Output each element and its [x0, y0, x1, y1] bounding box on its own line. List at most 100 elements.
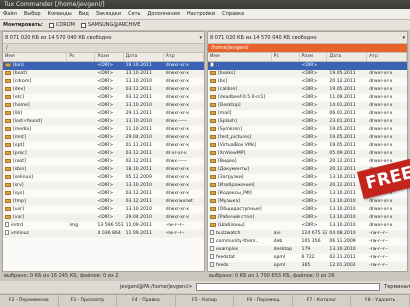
file-row[interactable]: [selinux] <DIR> 05.12.2009 drwxr-xr-x — [3, 174, 204, 182]
drive-archive-button[interactable]: SAMSUNG@ARCHIVE — [80, 22, 140, 28]
panel-path[interactable]: /home/jevgeni/ — [208, 44, 407, 53]
file-name: [root] — [3, 158, 67, 166]
file-size: <DIR> — [301, 71, 318, 76]
file-row[interactable]: [Desktop] <DIR> 14.01.2011 drwxr-xr-x — [208, 102, 407, 110]
file-row[interactable]: [mnt] <DIR> 29.04.2010 drwxr-xr-x — [3, 134, 204, 142]
col-size[interactable]: Разм — [300, 53, 328, 61]
col-size[interactable]: Разм — [95, 53, 124, 61]
file-attr: -rw-r--r-- — [165, 231, 185, 236]
col-date[interactable]: Дата — [124, 53, 164, 61]
f3-view-button[interactable]: F3 - Просмотр — [59, 295, 118, 307]
f6-move-button[interactable]: F6 - Перемещ — [234, 295, 293, 307]
file-row[interactable]: [boot] <DIR> 13.10.2011 drwxr-xr-x — [3, 70, 204, 78]
menu-network[interactable]: Сеть — [128, 11, 140, 17]
file-name: [bin] — [3, 62, 67, 70]
file-row[interactable]: [sys] <DIR> 03.12.2011 drwxr-xr-x — [3, 190, 204, 198]
f8-delete-button[interactable]: F8 - Удалить — [351, 295, 410, 307]
file-ext — [272, 214, 300, 222]
menu-plugins[interactable]: Дополнения — [148, 11, 180, 17]
chevron-down-icon[interactable]: ▾ — [402, 35, 405, 41]
file-row[interactable]: [opt] <DIR> 01.11.2011 drwxr-xr-x — [3, 142, 204, 150]
f2-rename-button[interactable]: F2 - Переименов — [0, 295, 59, 307]
col-ext[interactable]: Рс — [67, 53, 96, 61]
file-row[interactable]: [var] <DIR> 29.04.2010 drwxr-xr-x — [3, 214, 204, 222]
right-panel[interactable]: 8 071 020 КБ из 14 570 040 КБ свободно ▾… — [207, 31, 408, 272]
file-row[interactable]: [bs] <DIR> 20.12.2011 drwxr-xr-x — [208, 78, 407, 86]
file-row[interactable]: [Музыка] <DIR> 13.10.2010 drwxr-xr-x — [208, 198, 407, 206]
file-size: <DIR> — [301, 183, 318, 188]
file-attr: drwxr-xr-x — [165, 111, 189, 116]
file-row[interactable]: [etc] <DIR> 03.12.2011 drwxr-xr-x — [3, 94, 204, 102]
panel-path[interactable]: / — [3, 44, 204, 53]
file-row[interactable]: [lib] <DIR> 29.11.2011 drwxr-xr-x — [3, 110, 204, 118]
file-row[interactable]: [Шаблоны] <DIR> 13.10.2010 drwxr-xr-x — [208, 222, 407, 230]
terminal-button[interactable]: Терминал — [384, 284, 410, 290]
chevron-down-icon[interactable]: ▾ — [199, 35, 202, 41]
col-attr[interactable]: Атр — [164, 53, 204, 61]
file-row[interactable]: [Общедоступные] <DIR> 13.10.2010 drwxr-xr-x — [208, 206, 407, 214]
file-ext — [272, 150, 300, 158]
file-attr: -rw-r--r-- — [165, 223, 185, 228]
left-panel[interactable]: 8 071 020 КБ из 14 570 040 КБ свободно ▾… — [2, 31, 205, 272]
menu-commands[interactable]: Команды — [48, 11, 72, 17]
file-row[interactable]: [Symkron] <DIR> 19.05.2011 drwxr-xr-x — [208, 126, 407, 134]
file-row[interactable]: feedstat opml 6 722 02.11.2011 -rw-r--r-- — [208, 254, 407, 262]
col-name[interactable]: Имя — [3, 53, 68, 61]
file-attr: drwxr-xr-x — [369, 143, 393, 148]
file-name: [dev] — [3, 86, 67, 94]
file-row[interactable]: [books] <DIR> 19.05.2011 drwxr-xr-x — [208, 70, 407, 78]
file-name: [lost+found] — [3, 118, 67, 126]
file-row[interactable]: [Splash] <DIR> 23.01.2011 drwxr-xr-x — [208, 118, 407, 126]
menu-select[interactable]: Выбор — [24, 11, 41, 17]
file-row[interactable]: [Рабочий стол] <DIR> 13.10.2010 drwxr-xr-x — [208, 214, 407, 222]
file-row[interactable]: [usr] <DIR> 13.10.2010 drwxr-xr-x — [3, 206, 204, 214]
menu-file[interactable]: Файл — [3, 11, 17, 17]
file-row[interactable]: buzzwatchavi 124 675 33204.08.2010 -rw-r--… — [208, 230, 407, 238]
file-row[interactable]: vmlinuz 4 036 864 11.09.2011 -rw-r--r-- — [3, 230, 204, 238]
col-date[interactable]: Дата — [327, 53, 368, 61]
file-row[interactable]: examples desktop 179 13.10.2010 -rw-r--r-- — [208, 246, 407, 254]
file-row[interactable]: [VirtualBox VMs] <DIR> 19.05.2011 drwxr-xr-… — [208, 142, 407, 150]
file-row[interactable]: [calibre] <DIR> 19.05.2011 drwxr-xr-x — [208, 86, 407, 94]
file-row[interactable]: [mail] <DIR> 06.01.2011 drwxr-xr-x — [208, 110, 407, 118]
folder-icon — [210, 86, 216, 91]
file-row[interactable]: [srv] <DIR> 13.10.2010 drwxr-xr-x — [3, 182, 204, 190]
file-ext — [67, 230, 95, 238]
f4-edit-button[interactable]: F4 - Правка — [117, 295, 176, 307]
file-name: [Видео] — [208, 158, 272, 166]
file-row[interactable]: [lost+found] <DIR> 13.10.2010 drwx------ — [3, 118, 204, 126]
file-row[interactable]: .. <DIR> — [208, 62, 407, 70]
menu-bookmarks[interactable]: Закладки — [96, 11, 121, 17]
file-row[interactable]: [XnViewMP] <DIR> 05.09.2011 drwxr-xr-x — [208, 150, 407, 158]
command-input[interactable] — [195, 283, 381, 291]
f5-copy-button[interactable]: F5 - Копир — [176, 295, 235, 307]
file-row[interactable]: [bin] <DIR> 18.10.2011 drwxr-xr-x — [3, 62, 204, 70]
col-ext[interactable]: Рс — [272, 53, 300, 61]
col-name[interactable]: Имя — [208, 53, 272, 61]
file-row[interactable]: [root] <DIR> 02.12.2011 drwx------ — [3, 158, 204, 166]
file-date: 05.12.2009 — [125, 175, 152, 180]
menu-help[interactable]: Справка — [222, 11, 244, 17]
file-row[interactable]: [dev] <DIR> 03.12.2011 drwxr-xr-x — [3, 86, 204, 94]
file-row[interactable]: community-them.. deb 101 356 06.11.2009 -rw-… — [208, 238, 407, 246]
file-attr: drwxr-xr-x — [165, 71, 189, 76]
file-row[interactable]: [sbin] <DIR> 18.10.2011 drwxr-xr-x — [3, 166, 204, 174]
file-row[interactable]: [tmp] <DIR> 03.12.2011 drwxrwxrwt — [3, 198, 204, 206]
file-row[interactable]: [proc] <DIR> 03.12.2011 dr-xr-xr-x — [3, 150, 204, 158]
file-row[interactable]: [media] <DIR> 11.10.2011 drwxr-xr-x — [3, 126, 204, 134]
file-row[interactable]: [test_pictures] <DIR> 19.05.2011 drwxr-xr-x — [208, 134, 407, 142]
file-row[interactable]: initrd img 13 596 551 11.09.2011 -rw-r--r-- — [3, 222, 204, 230]
file-ext — [272, 174, 300, 182]
menu-view[interactable]: Вид — [79, 11, 89, 17]
file-row[interactable]: [home] <DIR> 13.10.2010 drwxr-xr-x — [3, 102, 204, 110]
menu-settings[interactable]: Настройки — [187, 11, 215, 17]
file-row[interactable]: [cdrom] <DIR> 13.10.2010 drwxr-xr-x — [3, 78, 204, 86]
file-row[interactable]: [deadbeef-0.5.0-rc1] <DIR> 11.09.2011 drwxr… — [208, 94, 407, 102]
drive-cdrom-button[interactable]: CDROM — [48, 22, 75, 28]
file-row[interactable]: [Видео] <DIR> 20.12.2011 drwxr-xr-x — [208, 158, 407, 166]
file-attr: drwxr-xr-x — [165, 143, 189, 148]
file-row[interactable]: feeds opml 365 12.01.2002 -rw-r--r-- — [208, 262, 407, 270]
col-attr[interactable]: Атр — [367, 53, 407, 61]
file-size: <DIR> — [301, 207, 318, 212]
f7-mkdir-button[interactable]: F7 - Каталог — [293, 295, 352, 307]
